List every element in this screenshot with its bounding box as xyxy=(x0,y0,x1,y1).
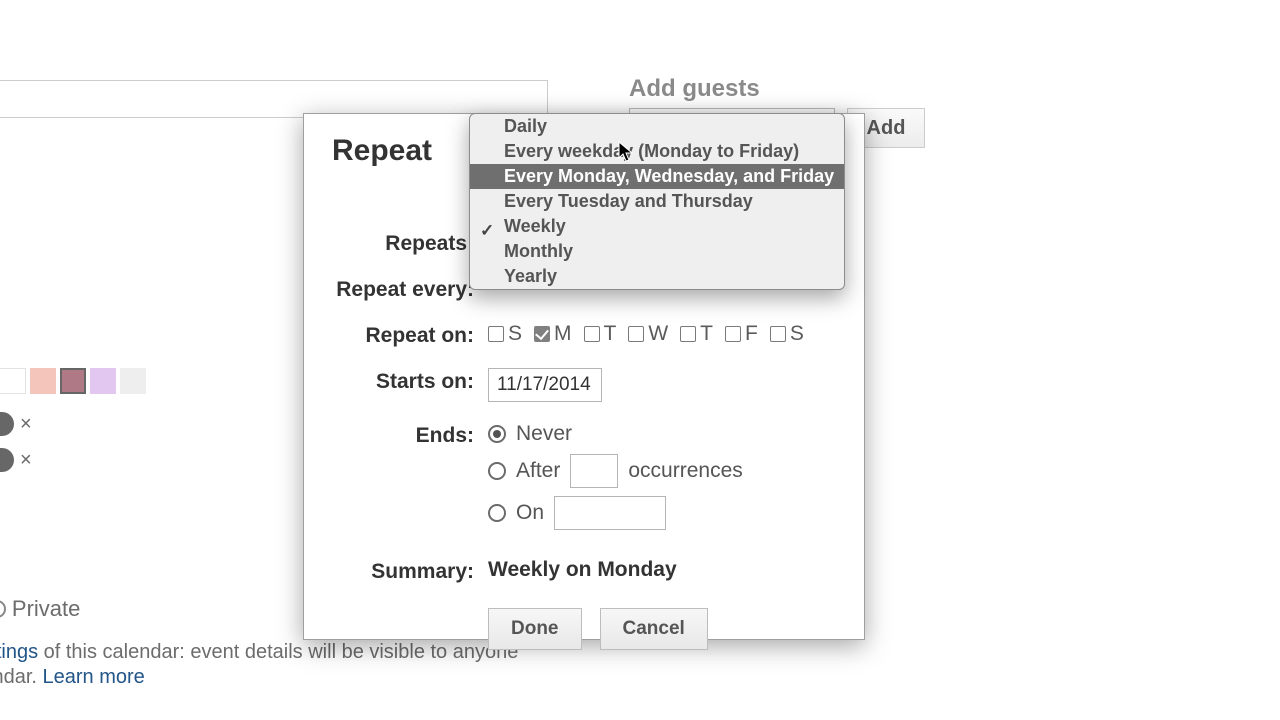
day-4[interactable]: T xyxy=(680,322,713,346)
day-0[interactable]: S xyxy=(488,322,522,346)
end-date-input[interactable] xyxy=(554,496,666,530)
day-6[interactable]: S xyxy=(770,322,804,346)
repeat-on-days: SMTWTFS xyxy=(488,322,836,346)
radio-icon xyxy=(488,462,506,480)
occurrences-input[interactable] xyxy=(570,454,618,488)
repeats-dropdown-menu: DailyEvery weekday (Monday to Friday)Eve… xyxy=(469,113,845,290)
repeats-label: Repeats: xyxy=(332,230,488,256)
sharing-settings-link[interactable]: sharing settings xyxy=(0,641,38,663)
radio-icon xyxy=(488,425,506,443)
day-2[interactable]: T xyxy=(584,322,617,346)
start-date-input[interactable] xyxy=(488,368,602,402)
summary-label: Summary: xyxy=(332,558,488,584)
ends-label: Ends: xyxy=(332,422,488,538)
radio-icon xyxy=(488,504,506,522)
done-button[interactable]: Done xyxy=(488,608,582,650)
checkbox-icon xyxy=(725,326,741,342)
repeat-on-label: Repeat on: xyxy=(332,322,488,348)
ends-after-option[interactable]: Afteroccurrences xyxy=(488,454,836,488)
privacy-row: ic Private xyxy=(0,596,80,622)
menu-item[interactable]: Every weekday (Monday to Friday) xyxy=(470,139,844,164)
privacy-private-label: Private xyxy=(12,596,80,622)
menu-item[interactable]: Every Monday, Wednesday, and Friday xyxy=(470,164,844,189)
color-swatch[interactable] xyxy=(120,368,146,394)
cancel-button[interactable]: Cancel xyxy=(600,608,708,650)
menu-item[interactable]: Every Tuesday and Thursday xyxy=(470,189,844,214)
menu-item[interactable]: Daily xyxy=(470,114,844,139)
guest-chip: × xyxy=(0,448,32,472)
color-swatch-selected[interactable] xyxy=(60,368,86,394)
ends-on-option[interactable]: On xyxy=(488,496,836,530)
checkbox-icon xyxy=(534,326,550,342)
guest-chip: × xyxy=(0,412,32,436)
day-3[interactable]: W xyxy=(628,322,668,346)
remove-icon[interactable]: × xyxy=(20,449,32,472)
checkbox-icon xyxy=(584,326,600,342)
color-swatches xyxy=(0,368,146,394)
learn-more-link[interactable]: Learn more xyxy=(43,666,145,688)
menu-item[interactable]: Monthly xyxy=(470,239,844,264)
checkbox-icon xyxy=(680,326,696,342)
menu-item[interactable]: ✓Weekly xyxy=(470,214,844,239)
remove-icon[interactable]: × xyxy=(20,413,32,436)
color-swatch[interactable] xyxy=(30,368,56,394)
ends-never-option[interactable]: Never xyxy=(488,422,836,446)
color-swatch[interactable] xyxy=(90,368,116,394)
color-swatch[interactable] xyxy=(0,368,26,394)
privacy-private-radio[interactable] xyxy=(0,600,6,618)
checkbox-icon xyxy=(770,326,786,342)
starts-on-label: Starts on: xyxy=(332,368,488,402)
day-1[interactable]: M xyxy=(534,322,572,346)
repeat-every-label: Repeat every: xyxy=(332,276,488,302)
menu-item[interactable]: Yearly xyxy=(470,264,844,289)
checkbox-icon xyxy=(628,326,644,342)
checkbox-icon xyxy=(488,326,504,342)
add-guests-heading: Add guests xyxy=(629,75,760,103)
day-5[interactable]: F xyxy=(725,322,758,346)
summary-text: Weekly on Monday xyxy=(488,558,836,584)
